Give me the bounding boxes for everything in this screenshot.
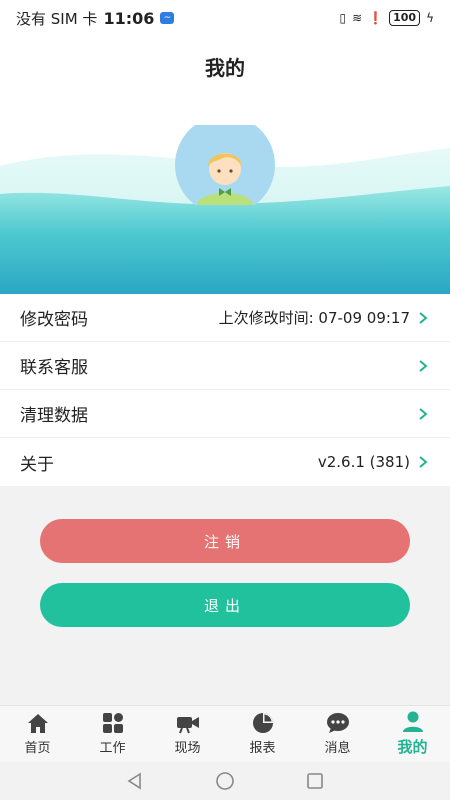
- menu-item-label: 修改密码: [20, 310, 88, 330]
- carrier-text: 没有 SIM 卡: [16, 9, 98, 28]
- back-icon[interactable]: [125, 771, 145, 791]
- tab-label: 现场: [174, 741, 201, 756]
- settings-menu: 修改密码 上次修改时间: 07-09 09:17 联系客服 清理数据 关于 v2…: [0, 294, 450, 486]
- menu-item-contact-support[interactable]: 联系客服: [0, 342, 450, 390]
- app-notification-icon: ~: [160, 12, 175, 24]
- cancel-account-button[interactable]: 注销: [40, 519, 410, 563]
- video-camera-icon: [176, 717, 199, 734]
- user-icon: [402, 711, 423, 732]
- page-title: 我的: [205, 56, 245, 80]
- charging-icon: ϟ: [426, 11, 434, 25]
- tab-reports[interactable]: 报表: [225, 706, 300, 762]
- pie-chart-icon: [252, 713, 273, 733]
- bottom-tab-bar: 首页 工作 现场 报表 消息 我的: [0, 705, 450, 762]
- chevron-right-icon: [419, 456, 428, 468]
- tab-home[interactable]: 首页: [0, 706, 75, 762]
- chevron-right-icon: [419, 311, 428, 324]
- tab-label: 消息: [324, 741, 351, 756]
- tab-label: 工作: [99, 741, 126, 756]
- avatar[interactable]: [175, 125, 275, 205]
- battery-icon: 100: [389, 10, 421, 26]
- menu-item-change-password[interactable]: 修改密码 上次修改时间: 07-09 09:17: [0, 294, 450, 342]
- status-bar: 没有 SIM 卡 11:06 ~ ▯ ≋ ❗ 100 ϟ: [0, 0, 450, 36]
- wifi-icon: ≋: [352, 11, 363, 25]
- password-last-modified: 上次修改时间: 07-09 09:17: [218, 309, 410, 327]
- system-nav-bar: [0, 762, 450, 800]
- app-version: v2.6.1 (381): [317, 453, 410, 471]
- vibrate-icon: ▯: [339, 11, 347, 25]
- chat-icon: [326, 713, 349, 733]
- status-time: 11:06: [103, 8, 155, 28]
- chevron-right-icon: [419, 407, 428, 420]
- alert-icon: ❗: [368, 11, 384, 25]
- logout-button[interactable]: 退出: [40, 583, 410, 627]
- home-icon: [27, 714, 48, 733]
- apps-icon: [102, 713, 123, 733]
- menu-item-label: 清理数据: [20, 406, 88, 426]
- chevron-right-icon: [419, 359, 428, 372]
- tab-mine[interactable]: 我的: [375, 706, 450, 762]
- tab-label: 我的: [397, 738, 428, 756]
- menu-item-clear-data[interactable]: 清理数据: [0, 390, 450, 438]
- tab-work[interactable]: 工作: [75, 706, 150, 762]
- recents-icon[interactable]: [305, 771, 325, 791]
- tab-label: 报表: [249, 741, 276, 756]
- tab-site[interactable]: 现场: [150, 706, 225, 762]
- menu-item-about[interactable]: 关于 v2.6.1 (381): [0, 438, 450, 486]
- menu-item-label: 关于: [20, 454, 54, 475]
- menu-item-label: 联系客服: [20, 358, 88, 378]
- home-nav-icon[interactable]: [215, 771, 235, 791]
- tab-label: 首页: [24, 741, 51, 756]
- profile-header: 我的: [0, 36, 450, 294]
- tab-messages[interactable]: 消息: [300, 706, 375, 762]
